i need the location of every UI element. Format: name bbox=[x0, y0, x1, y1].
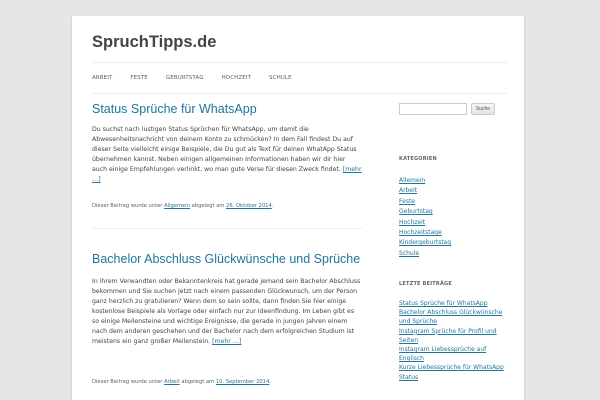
nav-item-geburtstag[interactable]: GEBURTSTAG bbox=[166, 75, 204, 81]
meta-end: . bbox=[271, 203, 274, 209]
category-link[interactable]: Schule bbox=[399, 250, 419, 257]
site-title[interactable]: SpruchTipps.de bbox=[92, 33, 216, 52]
post-date-link[interactable]: 10. September 2014 bbox=[216, 379, 269, 385]
search-input[interactable] bbox=[399, 103, 467, 115]
post-excerpt: In ihrem Verwandten oder Bekanntenkreis … bbox=[92, 277, 362, 347]
post-article: Bachelor Abschluss Glückwünsche und Sprü… bbox=[92, 228, 362, 398]
list-item: Instagram Sprüche für Profil und Seiten bbox=[399, 327, 511, 345]
category-link[interactable]: Hochzeitstage bbox=[399, 229, 442, 236]
post-meta: Dieser Beitrag wurde unter Allgemein abg… bbox=[92, 203, 273, 209]
category-link[interactable]: Feste bbox=[399, 198, 415, 205]
meta-mid: abgelegt am bbox=[191, 203, 225, 209]
category-link[interactable]: Arbeit bbox=[399, 187, 417, 194]
nav-item-feste[interactable]: FESTE bbox=[130, 75, 147, 81]
nav-item-schule[interactable]: SCHULE bbox=[269, 75, 292, 81]
post-excerpt: Du suchst nach lustigen Status Sprüchen … bbox=[92, 125, 362, 185]
recent-post-link[interactable]: Kurze Liebessprüche für WhatsApp Status bbox=[399, 364, 504, 380]
category-link[interactable]: Kindergeburtstag bbox=[399, 239, 451, 246]
list-item: Arbeit bbox=[399, 186, 451, 196]
nav-item-arbeit[interactable]: ARBEIT bbox=[92, 75, 112, 81]
list-item: Hochzeitstage bbox=[399, 228, 451, 238]
category-link[interactable]: Geburtstag bbox=[399, 208, 433, 215]
category-link[interactable]: Hochzeit bbox=[399, 219, 425, 226]
read-more-link[interactable]: [mehr …] bbox=[212, 338, 241, 345]
list-item: Schule bbox=[399, 249, 451, 259]
post-title[interactable]: Bachelor Abschluss Glückwünsche und Sprü… bbox=[92, 252, 360, 266]
recent-post-link[interactable]: Instagram Sprüche für Profil und Seiten bbox=[399, 328, 497, 344]
meta-end: . bbox=[269, 379, 271, 385]
recent-posts-title: LETZTE BEITRÄGE bbox=[399, 281, 452, 287]
page-container: SpruchTipps.de ARBEIT FESTE GEBURTSTAG H… bbox=[72, 16, 524, 400]
list-item: Hochzeit bbox=[399, 218, 451, 228]
recent-post-link[interactable]: Status Sprüche für WhatsApp bbox=[399, 300, 488, 307]
meta-mid: abgelegt am bbox=[181, 379, 215, 385]
post-category-link[interactable]: Arbeit bbox=[164, 379, 180, 385]
recent-post-link[interactable]: Instagram Liebessprüche auf Englisch bbox=[399, 346, 486, 362]
post-title[interactable]: Status Sprüche für WhatsApp bbox=[92, 102, 257, 116]
post-excerpt-text: In ihrem Verwandten oder Bekanntenkreis … bbox=[92, 278, 361, 345]
list-item: Kindergeburtstag bbox=[399, 238, 451, 248]
list-item: Bachelor Abschluss Glückwünsche und Sprü… bbox=[399, 308, 511, 326]
post-meta: Dieser Beitrag wurde unter Arbeit abgele… bbox=[92, 379, 271, 385]
list-item: Feste bbox=[399, 197, 451, 207]
categories-title: KATEGORIEN bbox=[399, 156, 437, 162]
recent-posts-list: Status Sprüche für WhatsApp Bachelor Abs… bbox=[399, 299, 511, 382]
main-navigation: ARBEIT FESTE GEBURTSTAG HOCHZEIT SCHULE bbox=[92, 62, 507, 94]
search-button[interactable]: Suche bbox=[471, 103, 495, 115]
post-date-link[interactable]: 26. Oktober 2014 bbox=[226, 203, 272, 209]
meta-prefix: Dieser Beitrag wurde unter bbox=[92, 203, 163, 209]
search-form: Suche bbox=[399, 103, 509, 115]
list-item: Kurze Liebessprüche für WhatsApp Status bbox=[399, 363, 511, 381]
categories-list: Allemein Arbeit Feste Geburtstag Hochzei… bbox=[399, 176, 451, 259]
post-excerpt-text: Du suchst nach lustigen Status Sprüchen … bbox=[92, 126, 357, 173]
meta-prefix: Dieser Beitrag wurde unter bbox=[92, 379, 163, 385]
post-article: Status Sprüche für WhatsApp Du suchst na… bbox=[92, 96, 362, 229]
list-item: Status Sprüche für WhatsApp bbox=[399, 299, 511, 308]
nav-item-hochzeit[interactable]: HOCHZEIT bbox=[222, 75, 251, 81]
list-item: Allemein bbox=[399, 176, 451, 186]
recent-post-link[interactable]: Bachelor Abschluss Glückwünsche und Sprü… bbox=[399, 309, 502, 325]
sidebar: Suche KATEGORIEN Allemein Arbeit Feste G… bbox=[399, 103, 509, 381]
list-item: Geburtstag bbox=[399, 207, 451, 217]
category-link[interactable]: Allemein bbox=[399, 177, 425, 184]
list-item: Instagram Liebessprüche auf Englisch bbox=[399, 345, 511, 363]
post-category-link[interactable]: Allgemein bbox=[164, 203, 190, 209]
